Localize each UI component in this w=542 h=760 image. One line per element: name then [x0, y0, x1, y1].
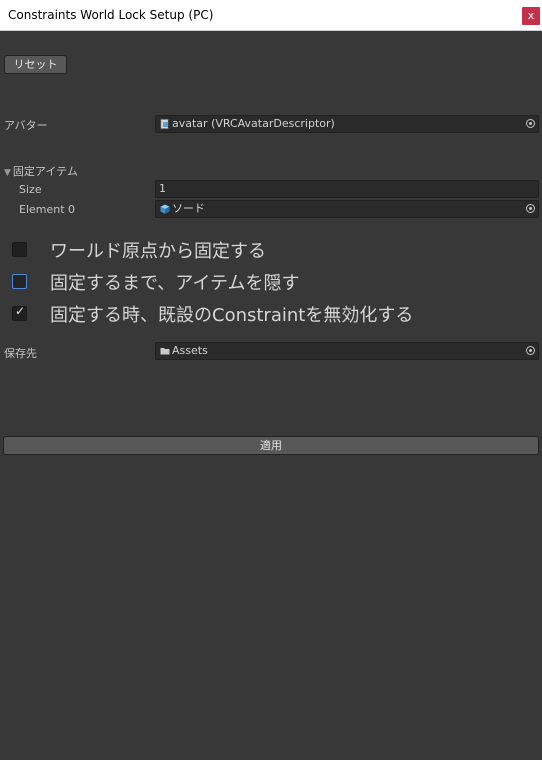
element0-value: ソード	[172, 202, 205, 215]
checkmark-icon: ✓	[15, 304, 26, 318]
fixed-items-label: 固定アイテム	[12, 165, 78, 178]
avatar-label: アバター	[4, 119, 48, 132]
size-label: Size	[19, 183, 42, 196]
object-picker-icon[interactable]	[526, 346, 535, 355]
prefab-cube-icon	[160, 204, 170, 214]
element0-label: Element 0	[19, 203, 76, 216]
reset-button[interactable]: リセット	[4, 55, 67, 74]
fixed-items-foldout[interactable]: ▼ 固定アイテム	[4, 163, 78, 179]
save-to-object-field[interactable]: Assets	[155, 342, 539, 360]
size-input[interactable]: 1	[155, 180, 539, 198]
window-titlebar: Constraints World Lock Setup (PC) x	[0, 0, 542, 31]
apply-button[interactable]: 適用	[3, 436, 539, 455]
avatar-value: avatar (VRCAvatarDescriptor)	[172, 117, 335, 130]
hide-until-fixed-label: 固定するまで、アイテムを隠す	[50, 273, 300, 294]
close-button[interactable]: x	[522, 7, 540, 25]
object-picker-icon[interactable]	[526, 119, 535, 128]
folder-icon	[160, 348, 170, 355]
avatar-object-field[interactable]: avatar (VRCAvatarDescriptor)	[155, 115, 539, 133]
save-to-value: Assets	[172, 344, 208, 357]
element0-object-field[interactable]: ソード	[155, 200, 539, 218]
disable-constraints-label: 固定する時、既設のConstraintを無効化する	[50, 305, 414, 326]
size-value: 1	[159, 182, 166, 195]
disable-constraints-checkbox[interactable]: ✓	[12, 304, 27, 321]
close-icon: x	[527, 9, 535, 22]
object-picker-icon[interactable]	[526, 204, 535, 213]
foldout-arrow-icon: ▼	[4, 168, 11, 178]
hide-until-fixed-checkbox[interactable]	[12, 274, 27, 289]
save-to-label: 保存先	[4, 347, 37, 360]
world-origin-checkbox[interactable]	[12, 242, 27, 257]
avatar-descriptor-icon	[160, 119, 169, 129]
window-title: Constraints World Lock Setup (PC)	[8, 8, 214, 22]
world-origin-label: ワールド原点から固定する	[50, 241, 266, 262]
